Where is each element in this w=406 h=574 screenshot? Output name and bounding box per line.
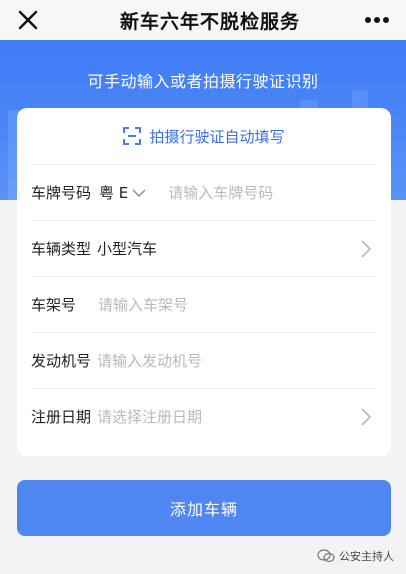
watermark-text: 公安主持人 xyxy=(339,550,394,563)
add-vehicle-button[interactable]: 添加车辆 xyxy=(17,480,391,536)
watermark: 公安主持人 xyxy=(317,548,394,564)
engine-number-row: 发动机号 xyxy=(31,332,377,388)
frame-number-input[interactable] xyxy=(98,295,299,314)
scan-license-label: 拍摄行驶证自动填写 xyxy=(149,127,285,146)
more-button[interactable] xyxy=(360,8,394,32)
register-date-label: 注册日期 xyxy=(31,408,92,426)
plate-number-label: 车牌号码 xyxy=(31,184,92,202)
register-date-row[interactable]: 注册日期 请选择注册日期 xyxy=(31,388,377,444)
more-dots-icon xyxy=(365,17,389,23)
close-button[interactable] xyxy=(14,6,42,34)
vehicle-type-row[interactable]: 车辆类型 小型汽车 xyxy=(31,220,377,276)
province-select[interactable]: 粤 E xyxy=(99,182,146,203)
vehicle-form-card: 拍摄行驶证自动填写 车牌号码 粤 E 车辆类型 小型汽车 车架号 发动机号 注册… xyxy=(17,108,391,456)
frame-number-label: 车架号 xyxy=(31,296,77,314)
frame-number-row: 车架号 xyxy=(31,276,377,332)
wechat-icon xyxy=(317,549,335,563)
scan-icon xyxy=(123,127,142,145)
engine-number-input[interactable] xyxy=(97,351,298,370)
chevron-right-icon xyxy=(361,408,372,426)
plate-number-row: 车牌号码 粤 E xyxy=(31,164,377,220)
plate-number-input[interactable] xyxy=(168,183,339,202)
chevron-down-icon xyxy=(132,189,146,197)
province-value: 粤 E xyxy=(99,184,129,202)
chevron-right-icon xyxy=(361,240,372,258)
close-icon xyxy=(18,10,38,30)
vehicle-type-value: 小型汽车 xyxy=(97,240,158,258)
register-date-placeholder: 请选择注册日期 xyxy=(97,408,203,426)
nav-bar: 新车六年不脱检服务 xyxy=(0,0,406,40)
engine-number-label: 发动机号 xyxy=(31,352,92,370)
page-title: 新车六年不脱检服务 xyxy=(119,10,300,33)
scan-license-button[interactable]: 拍摄行驶证自动填写 xyxy=(17,108,391,164)
vehicle-type-label: 车辆类型 xyxy=(31,240,92,258)
banner-hint: 可手动输入或者拍摄行驶证识别 xyxy=(87,72,319,91)
